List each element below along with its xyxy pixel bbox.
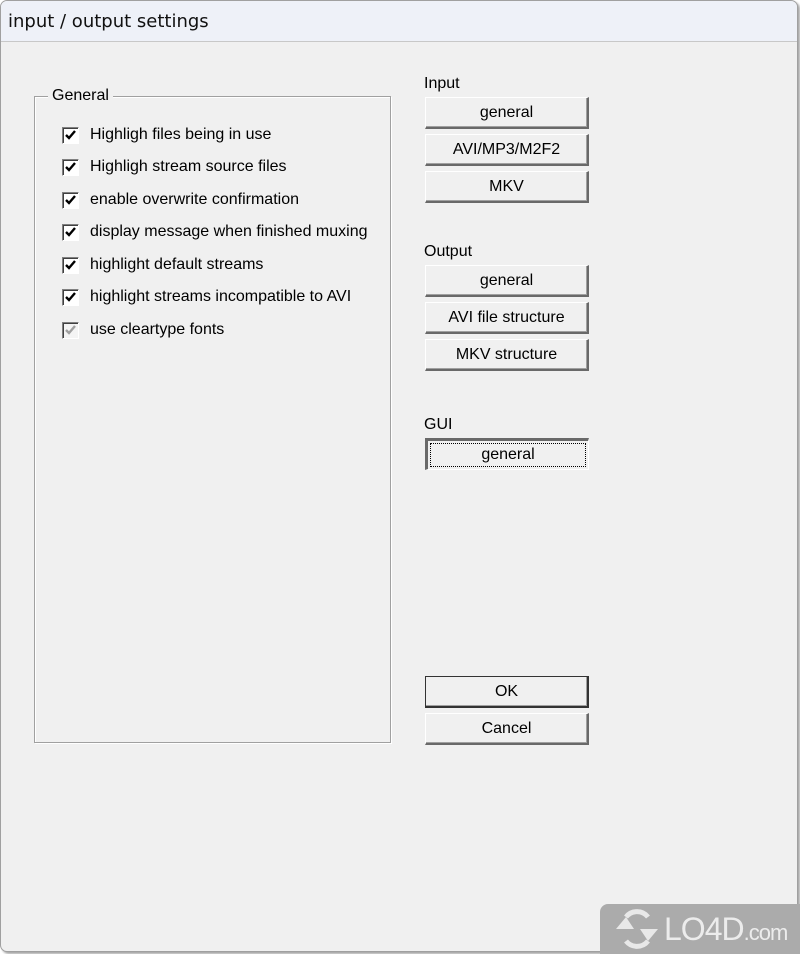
checkbox-checked[interactable] bbox=[62, 223, 79, 241]
gui-general-button[interactable]: general bbox=[425, 438, 589, 470]
focus-rectangle bbox=[430, 443, 586, 467]
option-highlight-streams-incompatible-avi[interactable]: highlight streams incompatible to AVI bbox=[62, 286, 351, 308]
general-groupbox: General Highligh files being in use High… bbox=[34, 87, 391, 743]
option-label: highlight default streams bbox=[90, 256, 264, 273]
checkbox-checked[interactable] bbox=[62, 288, 79, 306]
lo4d-watermark: LO4D.com bbox=[600, 904, 800, 954]
checkbox-checked[interactable] bbox=[62, 256, 79, 274]
option-display-message-finished-muxing[interactable]: display message when finished muxing bbox=[62, 221, 367, 243]
settings-dialog: input / output settings General Highligh… bbox=[0, 0, 798, 952]
checkbox-checked[interactable] bbox=[62, 158, 79, 176]
option-highlight-default-streams[interactable]: highlight default streams bbox=[62, 254, 263, 276]
option-label: highlight streams incompatible to AVI bbox=[90, 288, 352, 305]
output-mkv-structure-button[interactable]: MKV structure bbox=[425, 339, 589, 371]
brand-suffix: .com bbox=[743, 919, 789, 945]
general-group-legend: General bbox=[48, 87, 113, 105]
option-label: Highligh stream source files bbox=[90, 158, 287, 175]
gui-section-label: GUI bbox=[424, 416, 453, 433]
input-avi-mp3-m2f2-button[interactable]: AVI/MP3/M2F2 bbox=[425, 134, 589, 166]
option-label: display message when finished muxing bbox=[90, 223, 368, 240]
input-section-label: Input bbox=[424, 75, 460, 92]
option-highlight-files-in-use[interactable]: Highligh files being in use bbox=[62, 124, 271, 146]
output-section-label: Output bbox=[424, 243, 473, 260]
output-avi-file-structure-button[interactable]: AVI file structure bbox=[425, 302, 589, 334]
option-highlight-stream-source-files[interactable]: Highligh stream source files bbox=[62, 156, 287, 178]
lo4d-brand-text: LO4D.com bbox=[664, 910, 789, 948]
option-label: enable overwrite confirmation bbox=[90, 191, 299, 208]
title-bar: input / output settings bbox=[1, 1, 797, 42]
option-label: Highligh files being in use bbox=[90, 126, 272, 143]
brand-name: LO4D bbox=[664, 910, 745, 947]
ok-button[interactable]: OK bbox=[425, 676, 589, 708]
checkbox-checked[interactable] bbox=[62, 191, 79, 209]
checkbox-checked-disabled bbox=[62, 321, 79, 339]
input-mkv-button[interactable]: MKV bbox=[425, 171, 589, 203]
output-general-button[interactable]: general bbox=[425, 265, 589, 297]
cancel-button[interactable]: Cancel bbox=[425, 713, 589, 745]
lo4d-logo-icon bbox=[616, 909, 658, 949]
window-title: input / output settings bbox=[8, 11, 209, 32]
input-general-button[interactable]: general bbox=[425, 97, 589, 129]
option-enable-overwrite-confirmation[interactable]: enable overwrite confirmation bbox=[62, 189, 299, 211]
option-label: use cleartype fonts bbox=[90, 321, 225, 338]
checkbox-checked[interactable] bbox=[62, 126, 79, 144]
option-use-cleartype-fonts: use cleartype fonts bbox=[62, 319, 224, 341]
